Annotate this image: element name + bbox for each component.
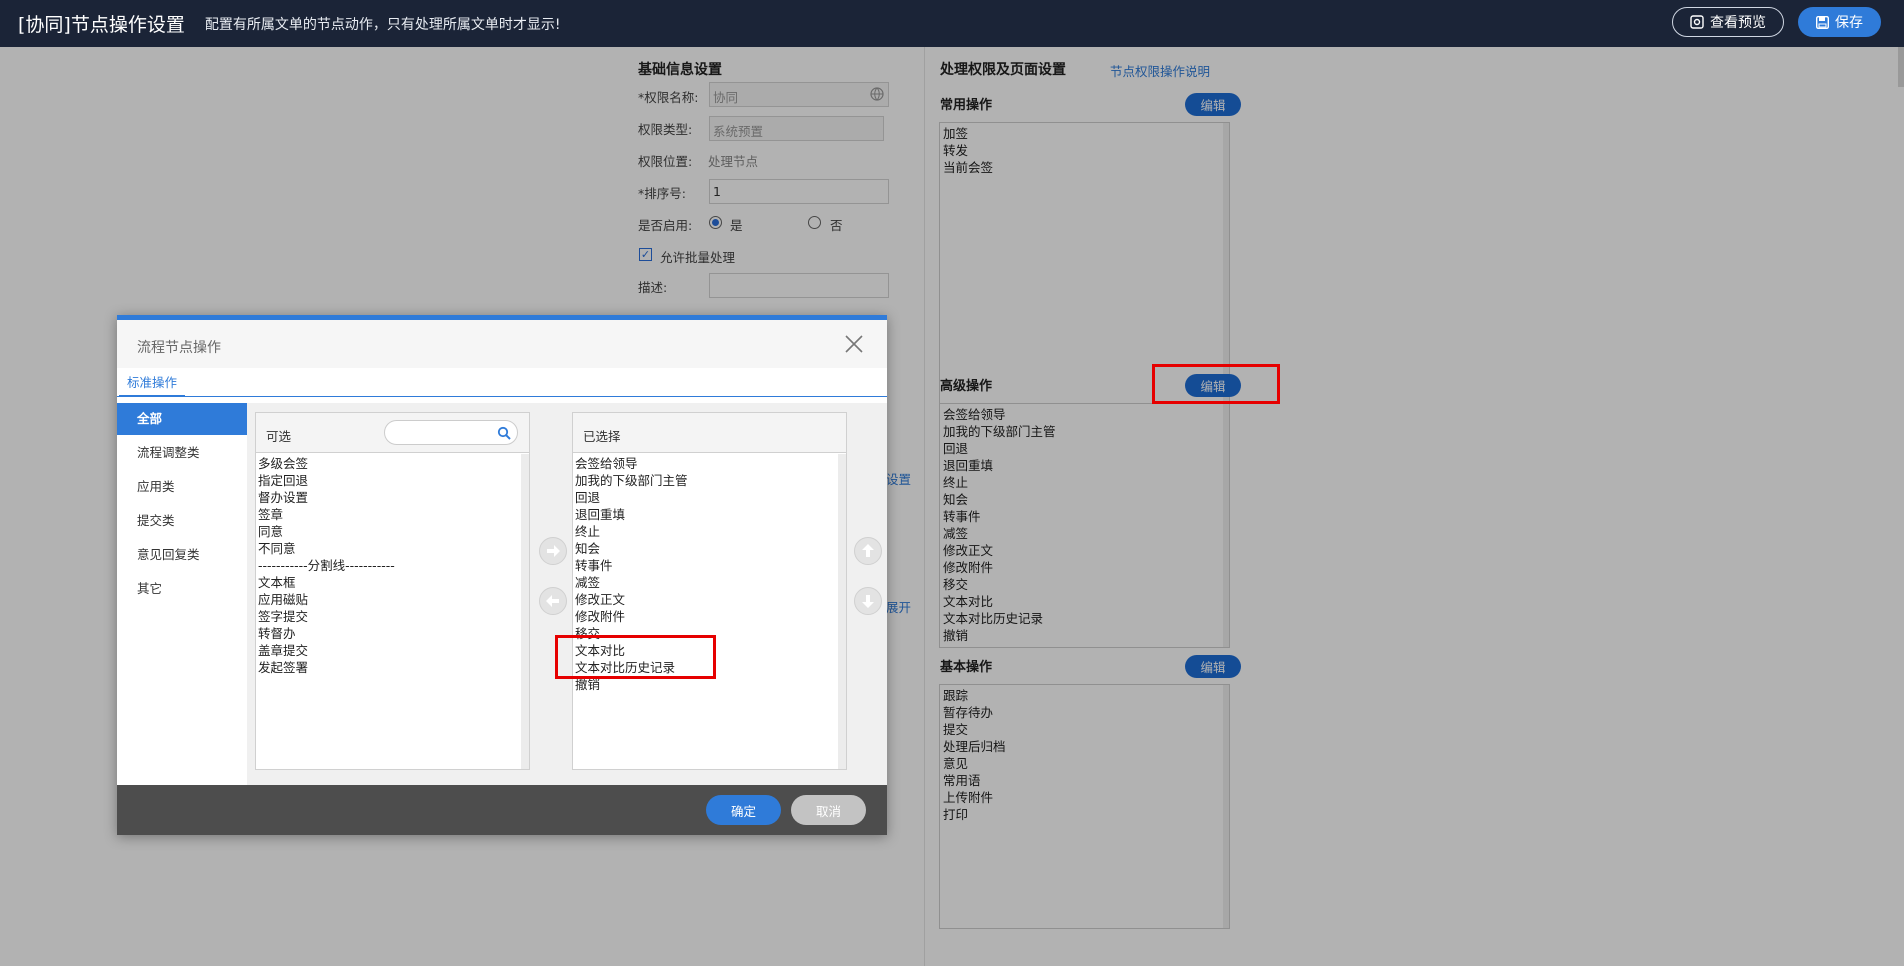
page-subtitle: 配置有所属文单的节点动作，只有处理所属文单时才显示! bbox=[204, 16, 561, 33]
transfer-area: 可选 多级会签 指定回退 督办设置 签章 同意 不同意 -----------分… bbox=[247, 403, 887, 785]
selected-title: 已选择 bbox=[583, 429, 621, 444]
list-item[interactable]: -----------分割线----------- bbox=[258, 557, 521, 574]
list-item[interactable]: 不同意 bbox=[258, 540, 521, 557]
move-down-button[interactable] bbox=[854, 587, 882, 615]
add-arrow-button[interactable] bbox=[539, 537, 567, 565]
list-item[interactable]: 多级会签 bbox=[258, 455, 521, 472]
list-item[interactable]: 知会 bbox=[575, 540, 838, 557]
arrow-down-icon bbox=[862, 595, 874, 608]
arrow-right-icon bbox=[547, 545, 560, 557]
close-icon[interactable] bbox=[843, 333, 865, 355]
highlight-box bbox=[1152, 364, 1280, 404]
arrow-up-icon bbox=[862, 544, 874, 557]
cancel-button[interactable]: 取消 bbox=[791, 795, 866, 825]
list-item[interactable]: 盖章提交 bbox=[258, 642, 521, 659]
nav-item-submit[interactable]: 提交类 bbox=[117, 505, 247, 537]
remove-arrow-button[interactable] bbox=[539, 587, 567, 615]
list-item[interactable]: 签章 bbox=[258, 506, 521, 523]
list-item[interactable]: 转督办 bbox=[258, 625, 521, 642]
nav-item-app[interactable]: 应用类 bbox=[117, 471, 247, 503]
list-item[interactable]: 指定回退 bbox=[258, 472, 521, 489]
selected-list: 会签给领导 加我的下级部门主管 回退 退回重填 终止 知会 转事件 减签 修改正… bbox=[575, 455, 838, 767]
dialog-footer: 确定 取消 bbox=[117, 785, 887, 835]
tab-standard[interactable]: 标准操作 bbox=[119, 368, 186, 397]
search-icon[interactable] bbox=[497, 426, 511, 440]
preview-icon bbox=[1690, 15, 1704, 29]
list-item[interactable]: 应用磁贴 bbox=[258, 591, 521, 608]
scrollbar[interactable] bbox=[838, 454, 846, 769]
page-title: [协同]节点操作设置 bbox=[18, 14, 185, 36]
confirm-button[interactable]: 确定 bbox=[706, 795, 781, 825]
node-operation-dialog: 流程节点操作 标准操作 全部 流程调整类 应用类 提交类 意见回复类 其它 可选… bbox=[117, 315, 887, 835]
nav-item-other[interactable]: 其它 bbox=[117, 573, 247, 605]
list-item[interactable]: 发起签署 bbox=[258, 659, 521, 676]
preview-button[interactable]: 查看预览 bbox=[1672, 7, 1784, 37]
move-up-button[interactable] bbox=[854, 537, 882, 565]
list-item[interactable]: 同意 bbox=[258, 523, 521, 540]
available-header: 可选 bbox=[256, 413, 529, 453]
save-icon bbox=[1816, 15, 1829, 29]
list-item[interactable]: 修改附件 bbox=[575, 608, 838, 625]
top-bar: [协同]节点操作设置 配置有所属文单的节点动作，只有处理所属文单时才显示! 查看… bbox=[0, 0, 1904, 47]
list-item[interactable]: 文本框 bbox=[258, 574, 521, 591]
scrollbar[interactable] bbox=[521, 454, 529, 769]
search-input[interactable] bbox=[384, 420, 518, 445]
arrow-left-icon bbox=[546, 595, 559, 607]
list-item[interactable]: 督办设置 bbox=[258, 489, 521, 506]
save-button[interactable]: 保存 bbox=[1798, 7, 1881, 37]
available-list: 多级会签 指定回退 督办设置 签章 同意 不同意 -----------分割线-… bbox=[258, 455, 521, 767]
dialog-title: 流程节点操作 bbox=[137, 340, 221, 356]
available-panel: 可选 多级会签 指定回退 督办设置 签章 同意 不同意 -----------分… bbox=[255, 412, 530, 770]
dialog-header bbox=[117, 320, 887, 368]
list-item[interactable]: 终止 bbox=[575, 523, 838, 540]
list-item[interactable]: 签字提交 bbox=[258, 608, 521, 625]
list-item[interactable]: 减签 bbox=[575, 574, 838, 591]
list-item[interactable]: 回退 bbox=[575, 489, 838, 506]
selected-panel: 已选择 会签给领导 加我的下级部门主管 回退 退回重填 终止 知会 转事件 减签… bbox=[572, 412, 847, 770]
list-item[interactable]: 退回重填 bbox=[575, 506, 838, 523]
page-scrollbar[interactable] bbox=[1898, 47, 1904, 87]
category-nav: 全部 流程调整类 应用类 提交类 意见回复类 其它 bbox=[117, 403, 247, 785]
list-item[interactable]: 修改正文 bbox=[575, 591, 838, 608]
save-label: 保存 bbox=[1835, 15, 1863, 31]
list-item[interactable]: 转事件 bbox=[575, 557, 838, 574]
selected-header: 已选择 bbox=[573, 413, 846, 453]
dialog-tab-bar: 标准操作 bbox=[117, 368, 887, 397]
list-item[interactable]: 加我的下级部门主管 bbox=[575, 472, 838, 489]
list-item[interactable]: 会签给领导 bbox=[575, 455, 838, 472]
available-title: 可选 bbox=[266, 429, 292, 444]
nav-item-flow[interactable]: 流程调整类 bbox=[117, 437, 247, 469]
highlight-box bbox=[555, 635, 716, 679]
nav-item-all[interactable]: 全部 bbox=[117, 403, 247, 435]
nav-item-opinion[interactable]: 意见回复类 bbox=[117, 539, 247, 571]
preview-label: 查看预览 bbox=[1710, 15, 1766, 31]
